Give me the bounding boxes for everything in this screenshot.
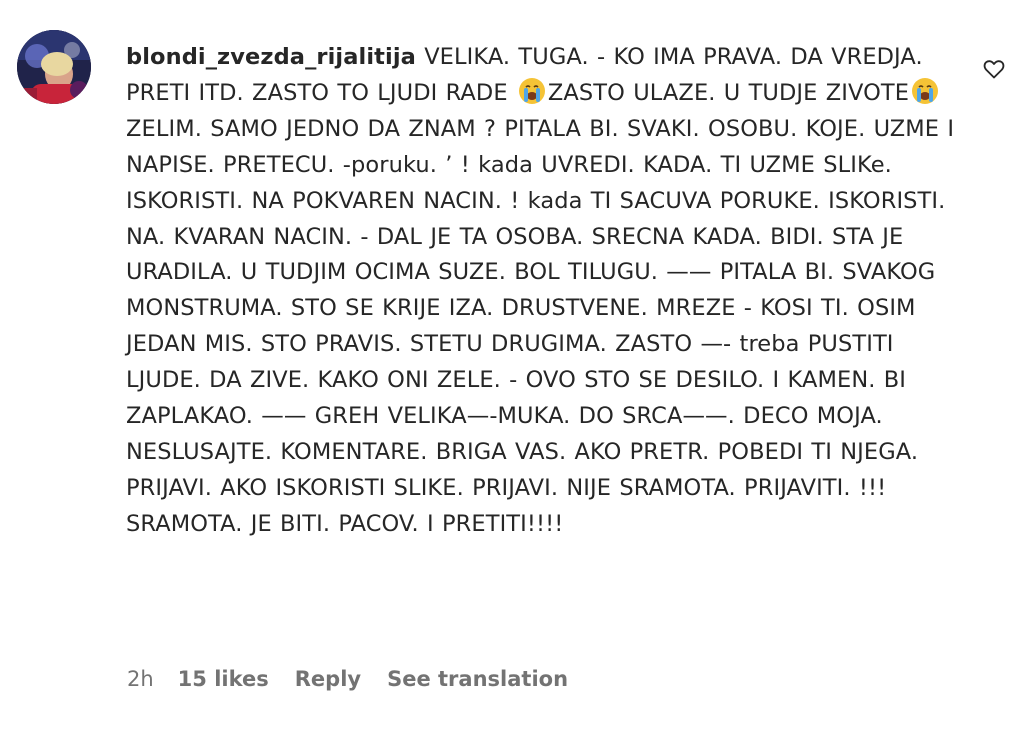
comment-text-part-3: ZELIM. SAMO JEDNO DA ZNAM ? PITALA BI. S… bbox=[126, 115, 955, 537]
comment-text-part-2: ZASTO ULAZE. U TUDJE ZIVOTE bbox=[547, 79, 910, 106]
comment-text: blondi_zvezda_rijalitija VELIKA. TUGA. -… bbox=[126, 40, 976, 543]
likes-count-button[interactable]: 15 likes bbox=[178, 667, 269, 691]
loudly-crying-face-emoji bbox=[518, 77, 545, 104]
avatar[interactable] bbox=[17, 30, 91, 104]
loudly-crying-face-emoji bbox=[912, 77, 939, 104]
username-link[interactable]: blondi_zvezda_rijalitija bbox=[126, 44, 416, 70]
timestamp: 2h bbox=[127, 667, 154, 691]
comment-meta: 2h 15 likes Reply See translation bbox=[127, 665, 594, 693]
avatar-photo bbox=[17, 30, 91, 104]
see-translation-button[interactable]: See translation bbox=[387, 667, 568, 691]
heart-outline-icon[interactable] bbox=[982, 57, 1006, 81]
comment: blondi_zvezda_rijalitija VELIKA. TUGA. -… bbox=[0, 0, 1024, 733]
reply-button[interactable]: Reply bbox=[295, 667, 361, 691]
comment-body: blondi_zvezda_rijalitija VELIKA. TUGA. -… bbox=[126, 40, 976, 543]
